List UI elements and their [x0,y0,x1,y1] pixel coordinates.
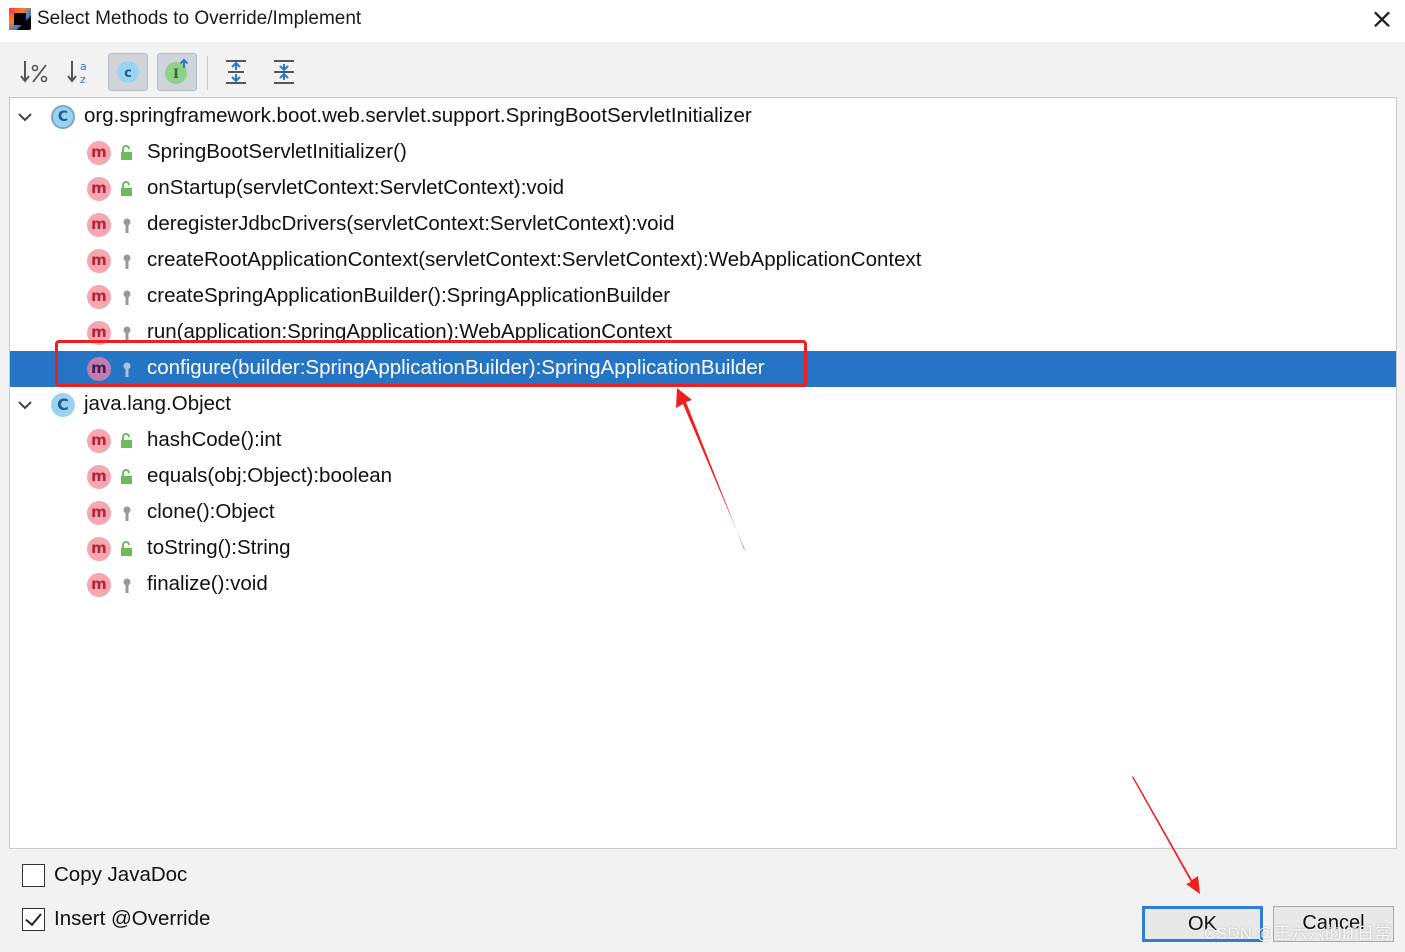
method-icon: m [87,249,111,273]
toolbar: a z c I [0,48,1405,96]
svg-text:a: a [80,60,87,73]
protected-key-icon [123,578,131,593]
method-row[interactable]: m toString():String [10,531,1396,567]
protected-key-icon [123,506,131,521]
svg-text:z: z [80,73,86,86]
method-icon: m [87,501,111,525]
class-c-icon: c [117,61,139,83]
method-row[interactable]: m SpringBootServletInitializer() [10,135,1396,171]
method-icon: m [87,177,111,201]
chevron-down-icon[interactable] [15,107,35,127]
sort-alpha-icon: a z [67,60,87,86]
method-icon: m [87,141,111,165]
public-lock-icon [121,433,132,448]
method-row[interactable]: m createRootApplicationContext(servletCo… [10,243,1396,279]
expand-all-button[interactable] [216,53,256,91]
method-icon: m [87,429,111,453]
method-tree[interactable]: C org.springframework.boot.web.servlet.s… [9,97,1397,849]
insert-override-label: Insert @Override [54,907,211,930]
insert-override-checkbox[interactable] [22,907,45,931]
method-row[interactable]: m equals(obj:Object):boolean [10,459,1396,495]
method-label: createRootApplicationContext(servletCont… [147,248,922,271]
svg-text:c: c [124,66,132,81]
show-classes-toggle[interactable]: c [108,53,148,91]
group-label: org.springframework.boot.web.servlet.sup… [84,104,752,127]
tree-group-row[interactable]: C java.lang.Object [10,387,1396,423]
method-row[interactable]: m createSpringApplicationBuilder():Sprin… [10,279,1396,315]
insert-override-option[interactable]: Insert @Override [22,904,210,934]
abstract-class-icon: C [51,105,75,129]
copy-javadoc-label: Copy JavaDoc [54,863,188,886]
method-label: hashCode():int [147,428,282,451]
method-label: clone():Object [147,500,275,523]
intellij-logo-icon [9,8,31,30]
method-icon: m [87,465,111,489]
close-icon[interactable]: × [1367,4,1397,34]
copy-javadoc-option[interactable]: Copy JavaDoc [22,860,187,890]
svg-text:I: I [173,67,179,82]
protected-key-icon [123,254,131,269]
title-bar: Select Methods to Override/Implement × [0,0,1405,42]
method-label: deregisterJdbcDrivers(servletContext:Ser… [147,212,675,235]
method-label: onStartup(servletContext:ServletContext)… [147,176,565,199]
method-row[interactable]: m hashCode():int [10,423,1396,459]
interface-i-icon: I [165,58,189,84]
chevron-down-icon[interactable] [15,395,35,415]
collapse-all-button[interactable] [264,53,304,91]
method-label: equals(obj:Object):boolean [147,464,393,487]
method-icon: m [87,573,111,597]
method-label: finalize():void [147,572,268,595]
method-row[interactable]: m finalize():void [10,567,1396,603]
toolbar-separator [207,56,208,90]
method-row[interactable]: m deregisterJdbcDrivers(servletContext:S… [10,207,1396,243]
group-label: java.lang.Object [84,392,232,415]
dialog-title: Select Methods to Override/Implement [37,8,362,29]
public-lock-icon [121,469,132,484]
sort-by-visibility-button[interactable] [14,53,54,91]
public-lock-icon [121,145,132,160]
watermark: CSDN @王六六的IT日常 [1203,924,1391,943]
method-icon: m [87,285,111,309]
method-row[interactable]: m clone():Object [10,495,1396,531]
public-lock-icon [121,541,132,556]
copy-javadoc-checkbox[interactable] [22,863,45,887]
annotation-highlight-box [55,340,807,387]
protected-key-icon [123,218,131,233]
public-lock-icon [121,181,132,196]
method-row[interactable]: m onStartup(servletContext:ServletContex… [10,171,1396,207]
show-interfaces-toggle[interactable]: I [157,53,197,91]
class-icon: C [51,393,75,417]
method-icon: m [87,213,111,237]
tree-group-row[interactable]: C org.springframework.boot.web.servlet.s… [10,99,1396,135]
method-label: createSpringApplicationBuilder():SpringA… [147,284,671,307]
sort-visibility-icon [20,61,48,83]
method-label: toString():String [147,536,291,559]
sort-alphabetically-button[interactable]: a z [60,53,100,91]
method-label: SpringBootServletInitializer() [147,140,407,163]
expand-all-icon [226,60,246,84]
method-icon: m [87,537,111,561]
collapse-all-icon [274,60,294,84]
protected-key-icon [123,290,131,305]
